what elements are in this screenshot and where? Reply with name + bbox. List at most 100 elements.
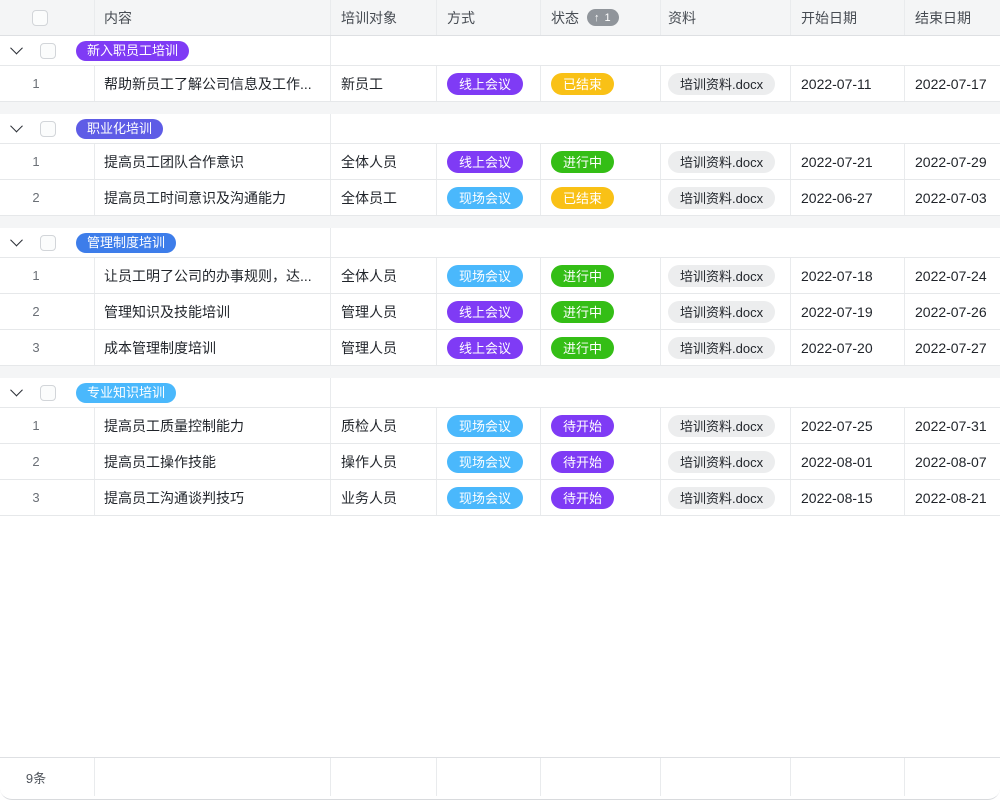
status-cell[interactable]: 已结束: [541, 180, 661, 215]
start-date-cell[interactable]: 2022-07-20: [791, 330, 905, 365]
table-row[interactable]: 1让员工明了公司的办事规则，达...全体人员现场会议进行中培训资料.docx20…: [0, 258, 1000, 294]
group-checkbox[interactable]: [40, 43, 56, 59]
end-date-cell[interactable]: 2022-08-07: [905, 444, 1000, 479]
start-date-cell[interactable]: 2022-08-15: [791, 480, 905, 515]
content-cell[interactable]: 成本管理制度培训: [95, 330, 331, 365]
collapse-chevron-icon[interactable]: [10, 42, 23, 55]
content-cell[interactable]: 提高员工时间意识及沟通能力: [95, 180, 331, 215]
status-cell[interactable]: 待开始: [541, 444, 661, 479]
status-cell[interactable]: 待开始: [541, 480, 661, 515]
end-date-cell[interactable]: 2022-07-17: [905, 66, 1000, 101]
target-cell[interactable]: 业务人员: [331, 480, 437, 515]
table-row[interactable]: 3成本管理制度培训管理人员线上会议进行中培训资料.docx2022-07-202…: [0, 330, 1000, 366]
material-cell[interactable]: 培训资料.docx: [661, 480, 791, 515]
status-cell[interactable]: 进行中: [541, 294, 661, 329]
column-header-method[interactable]: 方式: [437, 0, 541, 35]
attachment-chip[interactable]: 培训资料.docx: [668, 73, 775, 95]
table-row[interactable]: 1帮助新员工了解公司信息及工作...新员工线上会议已结束培训资料.docx202…: [0, 66, 1000, 102]
attachment-chip[interactable]: 培训资料.docx: [668, 301, 775, 323]
table-row[interactable]: 1提高员工团队合作意识全体人员线上会议进行中培训资料.docx2022-07-2…: [0, 144, 1000, 180]
content-cell[interactable]: 帮助新员工了解公司信息及工作...: [95, 66, 331, 101]
attachment-chip[interactable]: 培训资料.docx: [668, 337, 775, 359]
attachment-chip[interactable]: 培训资料.docx: [668, 187, 775, 209]
attachment-chip[interactable]: 培训资料.docx: [668, 415, 775, 437]
method-cell[interactable]: 现场会议: [437, 444, 541, 479]
method-cell[interactable]: 线上会议: [437, 330, 541, 365]
attachment-chip[interactable]: 培训资料.docx: [668, 487, 775, 509]
status-cell[interactable]: 进行中: [541, 330, 661, 365]
group-header-row[interactable]: 职业化培训: [0, 114, 1000, 144]
target-cell[interactable]: 质检人员: [331, 408, 437, 443]
end-date-cell[interactable]: 2022-07-26: [905, 294, 1000, 329]
table-row[interactable]: 3提高员工沟通谈判技巧业务人员现场会议待开始培训资料.docx2022-08-1…: [0, 480, 1000, 516]
table-row[interactable]: 2提高员工操作技能操作人员现场会议待开始培训资料.docx2022-08-012…: [0, 444, 1000, 480]
column-header-target[interactable]: 培训对象: [331, 0, 437, 35]
status-cell[interactable]: 进行中: [541, 144, 661, 179]
select-all-checkbox[interactable]: [32, 10, 48, 26]
start-date-cell[interactable]: 2022-07-21: [791, 144, 905, 179]
collapse-chevron-icon[interactable]: [10, 384, 23, 397]
method-cell[interactable]: 现场会议: [437, 408, 541, 443]
sort-indicator-badge[interactable]: ↑ 1: [587, 9, 619, 26]
table-row[interactable]: 1提高员工质量控制能力质检人员现场会议待开始培训资料.docx2022-07-2…: [0, 408, 1000, 444]
group-checkbox[interactable]: [40, 235, 56, 251]
status-cell[interactable]: 进行中: [541, 258, 661, 293]
end-date-cell[interactable]: 2022-07-31: [905, 408, 1000, 443]
attachment-chip[interactable]: 培训资料.docx: [668, 265, 775, 287]
material-cell[interactable]: 培训资料.docx: [661, 330, 791, 365]
method-cell[interactable]: 线上会议: [437, 144, 541, 179]
collapse-chevron-icon[interactable]: [10, 120, 23, 133]
content-cell[interactable]: 提高员工操作技能: [95, 444, 331, 479]
column-header-status[interactable]: 状态 ↑ 1: [541, 0, 661, 35]
target-cell[interactable]: 全体员工: [331, 180, 437, 215]
content-cell[interactable]: 让员工明了公司的办事规则，达...: [95, 258, 331, 293]
method-cell[interactable]: 现场会议: [437, 180, 541, 215]
target-cell[interactable]: 全体人员: [331, 144, 437, 179]
table-row[interactable]: 2管理知识及技能培训管理人员线上会议进行中培训资料.docx2022-07-19…: [0, 294, 1000, 330]
column-header-end-date[interactable]: 结束日期: [905, 0, 1000, 35]
end-date-cell[interactable]: 2022-07-29: [905, 144, 1000, 179]
start-date-cell[interactable]: 2022-07-25: [791, 408, 905, 443]
group-checkbox[interactable]: [40, 121, 56, 137]
end-date-cell[interactable]: 2022-07-24: [905, 258, 1000, 293]
status-cell[interactable]: 待开始: [541, 408, 661, 443]
group-checkbox[interactable]: [40, 385, 56, 401]
group-header-row[interactable]: 新入职员工培训: [0, 36, 1000, 66]
method-cell[interactable]: 线上会议: [437, 66, 541, 101]
start-date-cell[interactable]: 2022-07-11: [791, 66, 905, 101]
content-cell[interactable]: 提高员工沟通谈判技巧: [95, 480, 331, 515]
material-cell[interactable]: 培训资料.docx: [661, 144, 791, 179]
collapse-chevron-icon[interactable]: [10, 234, 23, 247]
target-cell[interactable]: 操作人员: [331, 444, 437, 479]
status-cell[interactable]: 已结束: [541, 66, 661, 101]
method-cell[interactable]: 线上会议: [437, 294, 541, 329]
table-row[interactable]: 2提高员工时间意识及沟通能力全体员工现场会议已结束培训资料.docx2022-0…: [0, 180, 1000, 216]
column-header-start-date[interactable]: 开始日期: [791, 0, 905, 35]
group-header-row[interactable]: 管理制度培训: [0, 228, 1000, 258]
end-date-cell[interactable]: 2022-08-21: [905, 480, 1000, 515]
material-cell[interactable]: 培训资料.docx: [661, 408, 791, 443]
material-cell[interactable]: 培训资料.docx: [661, 66, 791, 101]
material-cell[interactable]: 培训资料.docx: [661, 294, 791, 329]
start-date-cell[interactable]: 2022-08-01: [791, 444, 905, 479]
target-cell[interactable]: 新员工: [331, 66, 437, 101]
content-cell[interactable]: 提高员工质量控制能力: [95, 408, 331, 443]
material-cell[interactable]: 培训资料.docx: [661, 444, 791, 479]
material-cell[interactable]: 培训资料.docx: [661, 258, 791, 293]
attachment-chip[interactable]: 培训资料.docx: [668, 451, 775, 473]
content-cell[interactable]: 管理知识及技能培训: [95, 294, 331, 329]
method-cell[interactable]: 现场会议: [437, 480, 541, 515]
target-cell[interactable]: 全体人员: [331, 258, 437, 293]
column-header-content[interactable]: 内容: [95, 0, 331, 35]
method-cell[interactable]: 现场会议: [437, 258, 541, 293]
end-date-cell[interactable]: 2022-07-27: [905, 330, 1000, 365]
material-cell[interactable]: 培训资料.docx: [661, 180, 791, 215]
target-cell[interactable]: 管理人员: [331, 294, 437, 329]
content-cell[interactable]: 提高员工团队合作意识: [95, 144, 331, 179]
target-cell[interactable]: 管理人员: [331, 330, 437, 365]
start-date-cell[interactable]: 2022-06-27: [791, 180, 905, 215]
start-date-cell[interactable]: 2022-07-18: [791, 258, 905, 293]
attachment-chip[interactable]: 培训资料.docx: [668, 151, 775, 173]
start-date-cell[interactable]: 2022-07-19: [791, 294, 905, 329]
column-header-material[interactable]: 资料: [661, 0, 791, 35]
